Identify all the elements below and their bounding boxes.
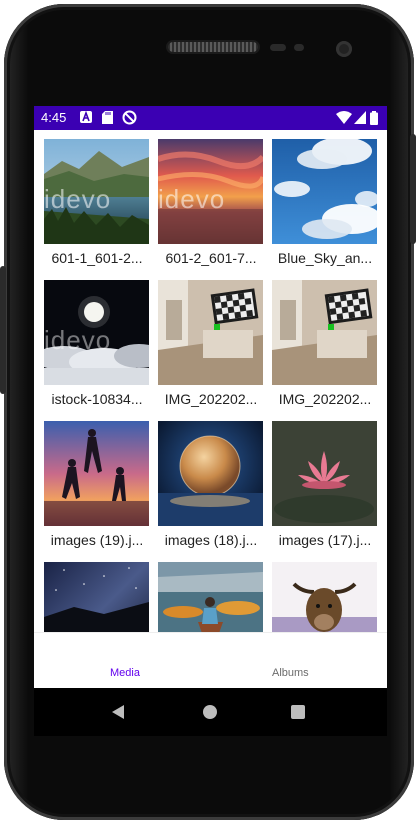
thumbnail-image[interactable] [272, 137, 382, 244]
thumbnail-image[interactable] [44, 421, 149, 526]
watermark: idevo [158, 184, 225, 215]
media-caption: images (17).j... [278, 532, 372, 548]
media-item[interactable]: IMG_202202... [272, 280, 378, 407]
media-caption: images (18).j... [164, 532, 258, 548]
watermark: idevo [44, 184, 111, 215]
media-item[interactable]: idevo 601-1_601-2... [44, 139, 150, 266]
media-grid[interactable]: idevo 601-1_601-2... idevo 601-2_601-7..… [34, 130, 387, 632]
status-time: 4:45 [41, 110, 67, 125]
tab-albums[interactable]: Albums [272, 667, 309, 679]
media-caption: istock-10834... [51, 391, 143, 407]
tab-media[interactable]: Media [110, 667, 140, 679]
media-item[interactable] [272, 562, 378, 632]
thumbnail-image[interactable] [158, 280, 263, 385]
thumbnail-image[interactable] [158, 421, 263, 526]
light-sensor [294, 44, 304, 51]
earpiece-speaker [168, 42, 258, 52]
recents-icon[interactable] [290, 704, 306, 720]
thumbnail-image[interactable] [272, 421, 377, 526]
thumbnail-image[interactable] [272, 562, 377, 632]
media-caption: 601-1_601-2... [51, 250, 143, 266]
sd-card-icon [102, 111, 113, 124]
power-button [0, 266, 6, 394]
thumbnail-image[interactable] [44, 562, 149, 632]
bottom-navigation: Media Albums [34, 632, 387, 689]
media-item[interactable] [44, 562, 150, 632]
watermark-text: idevo [44, 325, 112, 355]
signal-icon [354, 111, 366, 124]
media-caption: IMG_202202... [164, 391, 258, 407]
volume-button [410, 134, 416, 244]
battery-icon [370, 111, 378, 125]
proximity-sensor [270, 44, 286, 51]
watermark: idevo [44, 325, 111, 356]
media-caption: 601-2_601-7... [165, 250, 257, 266]
media-item[interactable]: images (18).j... [158, 421, 264, 548]
media-caption: Blue_Sky_an... [277, 250, 373, 266]
media-item[interactable]: idevo 601-2_601-7... [157, 139, 266, 266]
media-item[interactable]: images (19).j... [44, 421, 150, 548]
media-item[interactable] [158, 562, 264, 632]
thumbnail-image[interactable] [158, 562, 263, 632]
system-navigation-bar [34, 688, 387, 736]
media-item[interactable]: images (17).j... [272, 421, 378, 548]
media-item[interactable]: IMG_202202... [158, 280, 264, 407]
status-bar: 4:45 [34, 106, 387, 130]
wifi-icon [336, 111, 352, 124]
media-item[interactable]: idevo istock-10834... [34, 280, 164, 407]
a-notification-icon [80, 111, 92, 123]
front-camera [336, 41, 352, 57]
watermark-text: idevo [158, 184, 226, 214]
back-icon[interactable] [110, 704, 126, 720]
media-caption: IMG_202202... [278, 391, 372, 407]
media-item[interactable]: Blue_Sky_an... [272, 137, 382, 266]
watermark-text: idevo [44, 184, 112, 214]
thumbnail-image[interactable] [272, 280, 377, 385]
media-caption: images (19).j... [50, 532, 144, 548]
sync-off-icon [122, 110, 137, 125]
home-icon[interactable] [202, 704, 218, 720]
app-screen: 4:45 idevo 601-1_601-2... idevo 601-2_60… [34, 106, 387, 736]
